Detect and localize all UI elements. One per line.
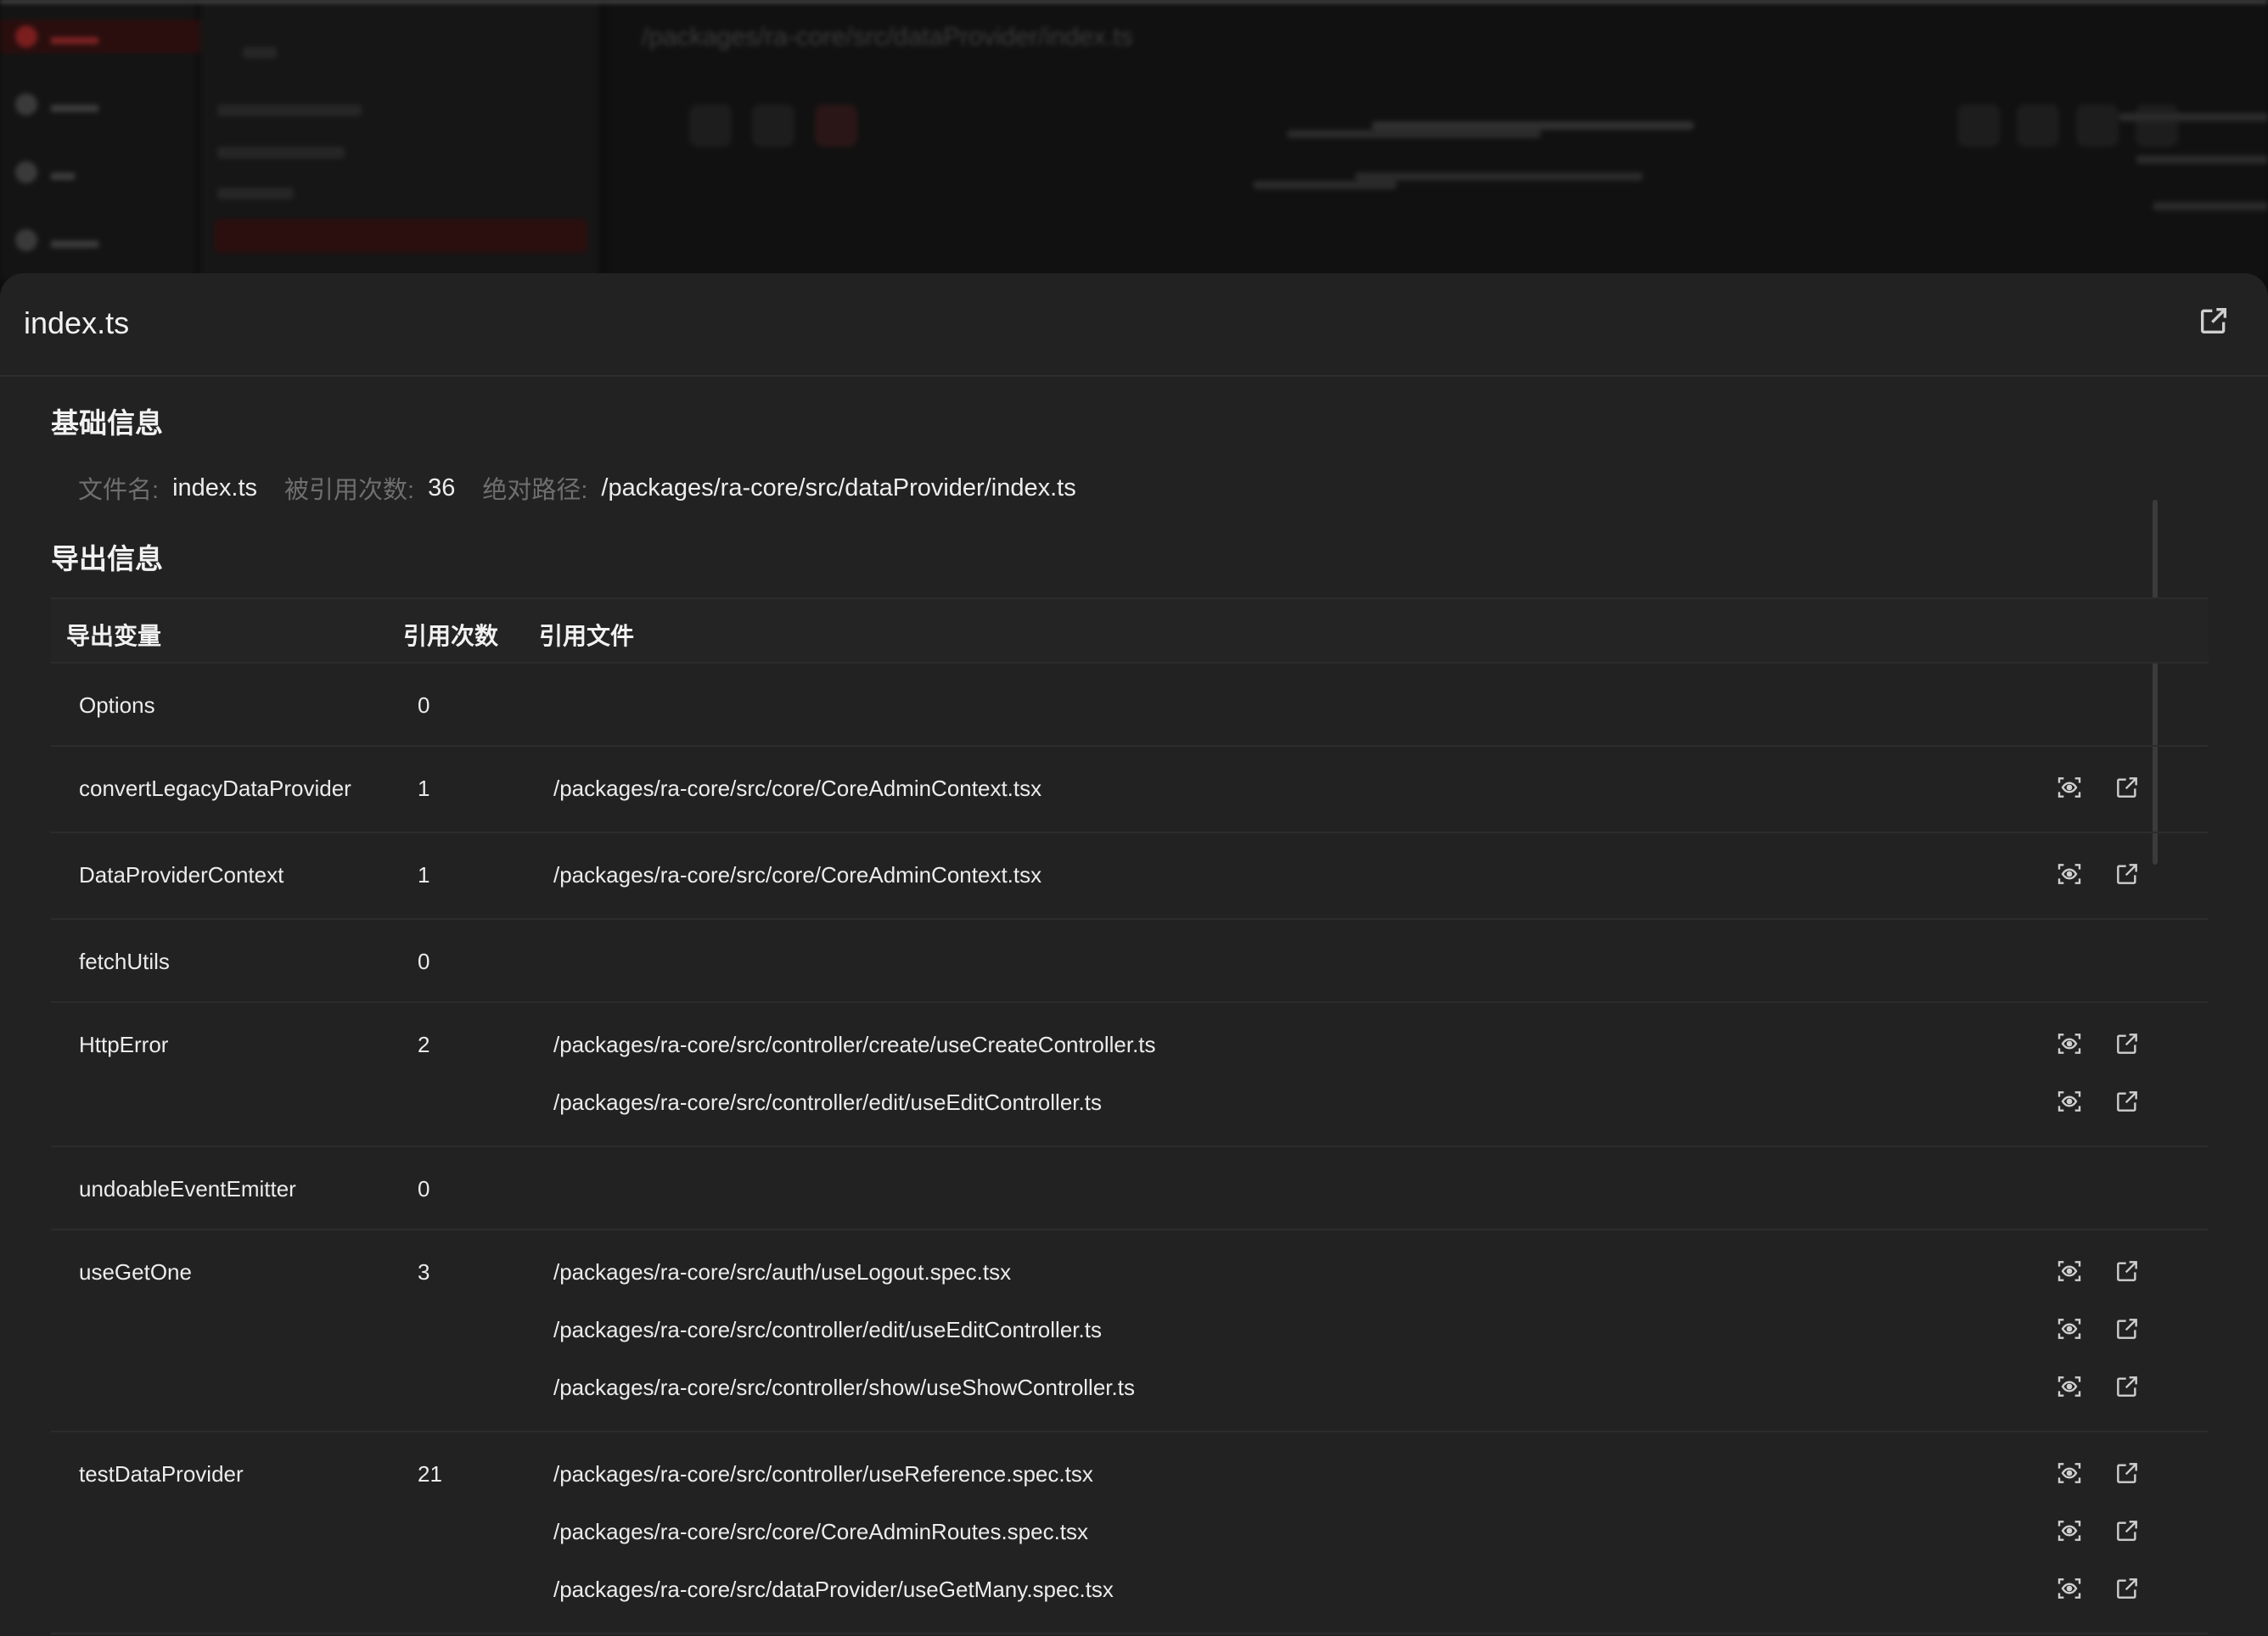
eye-scan-icon[interactable]: [2056, 1258, 2083, 1285]
file-detail-panel: index.ts 基础信息 文件名: index.ts 被引用次数: 36 绝对…: [0, 273, 2268, 1636]
external-link-icon[interactable]: [2114, 860, 2141, 888]
eye-scan-icon[interactable]: [2056, 1373, 2083, 1400]
reference-file-line: /packages/ra-core/src/core/CoreAdminCont…: [51, 747, 2209, 804]
reference-file-path[interactable]: /packages/ra-core/src/controller/useRefe…: [553, 1461, 1093, 1488]
reference-file-path[interactable]: /packages/ra-core/src/controller/edit/us…: [553, 1090, 1102, 1116]
background-app: ▬▬ ▬▬ ▬ ▬▬ /packages/ra-core/src/dataPro…: [0, 0, 2268, 280]
table-body: Options 0 convertLegacyDataProvider 1/packa…: [51, 664, 2209, 1634]
column-header-ref-files: 引用文件: [539, 623, 635, 649]
reference-file-path[interactable]: /packages/ra-core/src/auth/useLogout.spe…: [553, 1259, 1011, 1286]
table-header: 导出变量 引用次数 引用文件: [51, 599, 2209, 664]
eye-scan-icon[interactable]: [2056, 1315, 2083, 1342]
abs-path-label: 绝对路径:: [482, 477, 588, 504]
eye-scan-icon[interactable]: [2056, 774, 2083, 801]
external-link-icon[interactable]: [2114, 1373, 2141, 1400]
export-info-heading: 导出信息: [51, 543, 163, 574]
external-link-icon[interactable]: [2114, 1088, 2141, 1115]
external-link-icon[interactable]: [2114, 774, 2141, 801]
reference-file-line: /packages/ra-core/src/core/CoreAdminCont…: [51, 833, 2209, 891]
reference-file-path[interactable]: /packages/ra-core/src/dataProvider/useGe…: [553, 1577, 1114, 1603]
ref-count-label: 被引用次数:: [284, 477, 415, 504]
table-row: useGetOne 3/packages/ra-core/src/auth/use…: [51, 1230, 2209, 1432]
reference-file-line: /packages/ra-core/src/core/CoreAdminRout…: [51, 1490, 2209, 1548]
file-name-label: 文件名:: [78, 477, 160, 504]
table-row: DataProviderContext 1/packages/ra-core/sr…: [51, 833, 2209, 920]
reference-file-path[interactable]: /packages/ra-core/src/controller/show/us…: [553, 1375, 1135, 1401]
eye-scan-icon[interactable]: [2056, 1030, 2083, 1057]
bg-sidebar-item: ▬: [15, 155, 177, 189]
basic-info-row: 文件名: index.ts 被引用次数: 36 绝对路径: /packages/…: [78, 470, 1103, 506]
reference-file-line: /packages/ra-core/src/controller/edit/us…: [51, 1288, 2209, 1346]
reference-file-path[interactable]: /packages/ra-core/src/core/CoreAdminRout…: [553, 1519, 1088, 1545]
background-file-tree: [200, 3, 599, 280]
background-sidebar: ▬▬ ▬▬ ▬ ▬▬: [0, 3, 209, 280]
table-row: HttpError 2/packages/ra-core/src/controll…: [51, 1003, 2209, 1147]
eye-scan-icon[interactable]: [2056, 1517, 2083, 1544]
reference-count: 0: [418, 949, 430, 974]
reference-file-line: /packages/ra-core/src/controller/show/us…: [51, 1346, 2209, 1403]
reference-file-line: /packages/ra-core/src/controller/create/…: [51, 1003, 2209, 1061]
column-header-export-var: 导出变量: [66, 623, 162, 649]
reference-file-line: /packages/ra-core/src/auth/useLogout.spe…: [51, 1230, 2209, 1288]
reference-file-line: /packages/ra-core/src/controller/edit/us…: [51, 1061, 2209, 1118]
reference-file-path[interactable]: /packages/ra-core/src/controller/edit/us…: [553, 1317, 1102, 1343]
external-link-icon[interactable]: [2114, 1575, 2141, 1602]
bg-sidebar-item: ▬▬: [15, 223, 177, 257]
external-link-icon[interactable]: [2114, 1460, 2141, 1487]
reference-file-path[interactable]: /packages/ra-core/src/core/CoreAdminCont…: [553, 776, 1041, 802]
table-row: testDataProvider 21/packages/ra-core/src/…: [51, 1432, 2209, 1634]
table-row: Options 0: [51, 664, 2209, 747]
eye-scan-icon[interactable]: [2056, 860, 2083, 888]
panel-header: index.ts: [0, 273, 2268, 377]
background-path: /packages/ra-core/src/dataProvider/index…: [642, 23, 1133, 51]
external-link-icon[interactable]: [2114, 1258, 2141, 1285]
external-link-icon[interactable]: [2114, 1030, 2141, 1057]
reference-file-line: /packages/ra-core/src/controller/useRefe…: [51, 1432, 2209, 1490]
reference-file-path[interactable]: /packages/ra-core/src/core/CoreAdminCont…: [553, 862, 1041, 888]
column-header-ref-count: 引用次数: [403, 623, 499, 649]
reference-file-path[interactable]: /packages/ra-core/src/controller/create/…: [553, 1032, 1156, 1058]
table-row: fetchUtils 0: [51, 920, 2209, 1003]
external-link-icon[interactable]: [2114, 1517, 2141, 1544]
eye-scan-icon[interactable]: [2056, 1575, 2083, 1602]
file-name-value: index.ts: [172, 473, 258, 501]
bg-sidebar-item: ▬▬: [15, 87, 177, 121]
table-row: undoableEventEmitter 0: [51, 1147, 2209, 1230]
export-table: 导出变量 引用次数 引用文件 Options 0 convertLegacyData…: [51, 597, 2209, 1634]
basic-info-heading: 基础信息: [51, 407, 163, 439]
reference-count: 0: [418, 1176, 430, 1202]
bg-sidebar-item: ▬▬: [0, 20, 209, 53]
reference-count: 0: [418, 692, 430, 718]
export-variable-name: Options: [79, 692, 155, 718]
background-graph-view: /packages/ra-core/src/dataProvider/index…: [608, 3, 2268, 280]
export-variable-name: fetchUtils: [79, 949, 170, 974]
reference-file-line: /packages/ra-core/src/dataProvider/useGe…: [51, 1548, 2209, 1605]
external-link-icon[interactable]: [2197, 304, 2231, 338]
panel-content: 基础信息 文件名: index.ts 被引用次数: 36 绝对路径: /pack…: [0, 377, 2209, 1636]
export-variable-name: undoableEventEmitter: [79, 1176, 296, 1202]
eye-scan-icon[interactable]: [2056, 1460, 2083, 1487]
ref-count-value: 36: [428, 473, 456, 501]
external-link-icon[interactable]: [2114, 1315, 2141, 1342]
table-row: convertLegacyDataProvider 1/packages/ra-c…: [51, 747, 2209, 833]
abs-path-value: /packages/ra-core/src/dataProvider/index…: [601, 473, 1076, 501]
panel-title: index.ts: [24, 305, 130, 340]
eye-scan-icon[interactable]: [2056, 1088, 2083, 1115]
